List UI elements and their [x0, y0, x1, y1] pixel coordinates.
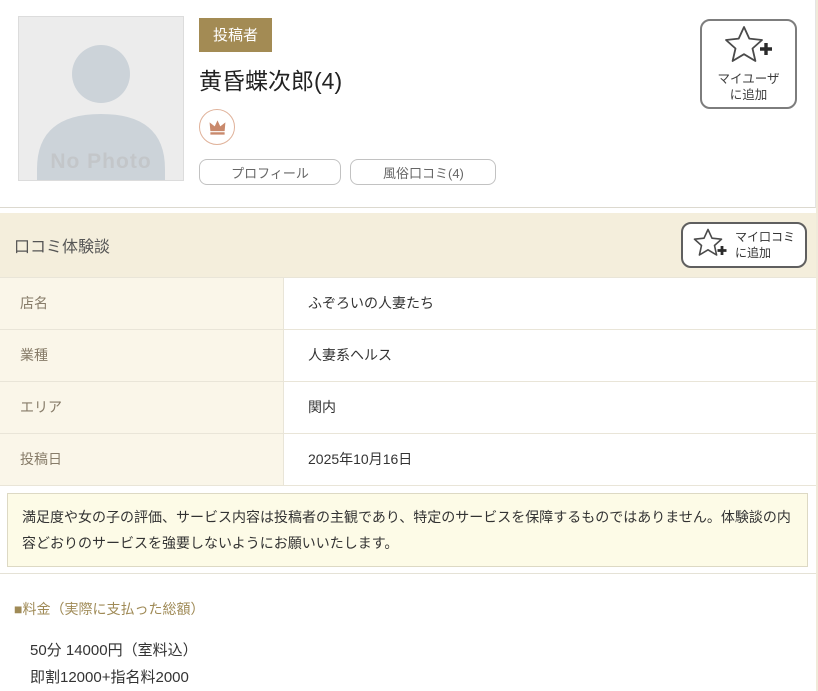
crown-icon: [209, 119, 225, 135]
table-row-area: エリア 関内: [0, 381, 816, 434]
price-line: 50分 14000円（室料込）: [30, 642, 198, 659]
review-section-header: 口コミ体験談 マイ口コミ に追加: [0, 213, 816, 277]
row-label: 業種: [0, 329, 284, 382]
row-value: 関内: [283, 381, 816, 434]
poster-badge: 投稿者: [199, 18, 273, 52]
add-to-my-users-button[interactable]: マイユーザ に追加: [700, 19, 797, 109]
profile-section: No Photo 投稿者 黄昏蝶次郎(4) プロフィール 風俗口コミ(4) マイ…: [0, 0, 816, 208]
poster-links: プロフィール 風俗口コミ(4): [199, 159, 501, 185]
poster-username: 黄昏蝶次郎(4): [199, 68, 343, 94]
row-label: 投稿日: [0, 433, 284, 486]
row-value: 人妻系ヘルス: [283, 329, 816, 382]
price-heading: ■料金（実際に支払った総額）: [14, 601, 205, 617]
page-container: No Photo 投稿者 黄昏蝶次郎(4) プロフィール 風俗口コミ(4) マイ…: [0, 0, 816, 691]
row-label: 店名: [0, 277, 284, 330]
add-review-label: マイ口コミ に追加: [734, 230, 795, 260]
star-plus-icon: [693, 228, 729, 262]
review-section-title: 口コミ体験談: [14, 239, 111, 256]
crown-badge: [199, 109, 235, 145]
table-row-shop: 店名 ふぞろいの人妻たち: [0, 277, 816, 330]
row-label: エリア: [0, 381, 284, 434]
price-details: 50分 14000円（室料込） 即割12000+指名料2000: [30, 637, 802, 691]
add-user-label-line1: マイユーザ: [717, 72, 780, 86]
table-row-industry: 業種 人妻系ヘルス: [0, 329, 816, 382]
review-meta-table: 店名 ふぞろいの人妻たち 業種 人妻系ヘルス エリア 関内 投稿日 2025年1…: [0, 277, 816, 486]
add-user-label-line2: に追加: [729, 88, 768, 102]
star-plus-icon: [723, 25, 775, 67]
row-value: ふぞろいの人妻たち: [283, 277, 816, 330]
price-section: ■料金（実際に支払った総額） 50分 14000円（室料込） 即割12000+指…: [0, 574, 816, 691]
fuzoku-reviews-button[interactable]: 風俗口コミ(4): [350, 159, 497, 185]
add-to-my-reviews-button[interactable]: マイ口コミ に追加: [681, 222, 807, 268]
disclaimer-notice: 満足度や女の子の評価、サービス内容は投稿者の主観であり、特定のサービスを保障する…: [7, 493, 808, 567]
table-row-post-date: 投稿日 2025年10月16日: [0, 433, 816, 486]
row-value: 2025年10月16日: [283, 433, 816, 486]
review-section: 口コミ体験談 マイ口コミ に追加 店名 ふぞろいの人妻たち 業種 人妻系ヘルス …: [0, 213, 816, 574]
profile-photo-placeholder: No Photo: [18, 16, 184, 181]
profile-button[interactable]: プロフィール: [199, 159, 341, 185]
poster-info: 投稿者 黄昏蝶次郎(4) プロフィール 風俗口コミ(4): [199, 18, 501, 185]
no-photo-label: No Photo: [50, 150, 152, 173]
